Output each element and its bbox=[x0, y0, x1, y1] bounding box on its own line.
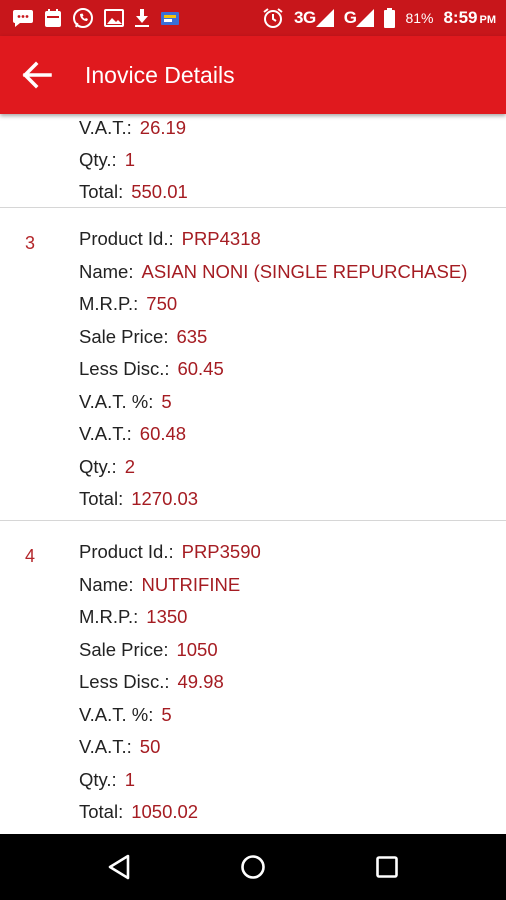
name-label: Name: bbox=[79, 261, 134, 282]
less-disc-label: Less Disc.: bbox=[79, 671, 170, 692]
clock-ampm: PM bbox=[479, 14, 497, 26]
sale-price-label: Sale Price: bbox=[79, 639, 169, 660]
status-bar: 3G G 81% 8:59 PM bbox=[0, 0, 506, 36]
mrp-value: 750 bbox=[146, 293, 178, 314]
mrp-row: M.R.P.: 1350 bbox=[79, 606, 187, 628]
mrp-label: M.R.P.: bbox=[79, 293, 139, 314]
total-row: Total: 1270.03 bbox=[79, 488, 198, 510]
qty-value: 1 bbox=[124, 149, 135, 170]
sale-price-value: 635 bbox=[176, 326, 208, 347]
total-value: 550.01 bbox=[131, 181, 188, 202]
vat-value: 60.48 bbox=[139, 423, 187, 444]
total-label: Total: bbox=[79, 488, 124, 509]
qty-label: Qty.: bbox=[79, 149, 117, 170]
item-index: 3 bbox=[25, 233, 36, 253]
vat-pct-label: V.A.T. %: bbox=[79, 704, 154, 725]
total-row: Total: 550.01 bbox=[79, 181, 188, 203]
total-value: 1050.02 bbox=[131, 801, 199, 822]
vat-label: V.A.T.: bbox=[79, 423, 132, 444]
product-id-label: Product Id.: bbox=[79, 228, 174, 249]
square-recents-icon bbox=[376, 856, 398, 878]
network-3g-label: 3G bbox=[294, 8, 316, 27]
less-disc-row: Less Disc.: 60.45 bbox=[79, 358, 224, 380]
vat-value: 50 bbox=[139, 736, 161, 757]
status-system: 3G G 81% 8:59 PM bbox=[262, 7, 496, 29]
sale-price-row: Sale Price: 635 bbox=[79, 326, 207, 348]
image-icon bbox=[104, 9, 124, 27]
name-label: Name: bbox=[79, 574, 134, 595]
vat-pct-row: V.A.T. %: 5 bbox=[79, 391, 172, 413]
vat-label: V.A.T.: bbox=[79, 117, 132, 138]
qty-value: 2 bbox=[124, 456, 135, 477]
alarm-icon bbox=[262, 7, 284, 29]
qty-row: Qty.: 2 bbox=[79, 456, 135, 478]
vat-row: V.A.T.: 60.48 bbox=[79, 423, 186, 445]
vat-row: V.A.T.: 26.19 bbox=[79, 117, 186, 139]
item-index: 4 bbox=[25, 546, 36, 566]
vat-pct-row: V.A.T. %: 5 bbox=[79, 704, 172, 726]
nav-home-button[interactable] bbox=[218, 834, 288, 900]
less-disc-row: Less Disc.: 49.98 bbox=[79, 671, 224, 693]
download-icon bbox=[134, 8, 150, 28]
item-divider bbox=[0, 520, 506, 521]
vat-label: V.A.T.: bbox=[79, 736, 132, 757]
invoice-items-list[interactable]: V.A.T.: 26.19 Qty.: 1 Total: 550.01 3 Produ… bbox=[0, 114, 506, 834]
product-id-row: Product Id.: PRP3590 bbox=[79, 541, 261, 563]
battery-percent: 81% bbox=[405, 10, 434, 26]
circle-home-icon bbox=[241, 855, 265, 879]
less-disc-value: 60.45 bbox=[177, 358, 224, 379]
system-nav-bar bbox=[0, 834, 506, 900]
mrp-value: 1350 bbox=[146, 606, 188, 627]
app-bar: Inovice Details bbox=[0, 36, 506, 114]
status-notifications bbox=[12, 7, 180, 29]
less-disc-label: Less Disc.: bbox=[79, 358, 170, 379]
less-disc-value: 49.98 bbox=[177, 671, 224, 692]
back-button[interactable] bbox=[0, 36, 76, 114]
signal-g-icon: G bbox=[344, 8, 375, 28]
qty-row: Qty.: 1 bbox=[79, 769, 135, 791]
total-label: Total: bbox=[79, 801, 124, 822]
signal-3g-icon: 3G bbox=[294, 8, 334, 28]
network-g-label: G bbox=[343, 8, 357, 27]
total-label: Total: bbox=[79, 181, 124, 202]
vat-pct-value: 5 bbox=[161, 704, 172, 725]
qty-value: 1 bbox=[124, 769, 135, 790]
name-value: NUTRIFINE bbox=[141, 574, 241, 595]
item-divider bbox=[0, 207, 506, 208]
clock: 8:59 PM bbox=[443, 8, 496, 28]
vat-pct-value: 5 bbox=[161, 391, 172, 412]
vat-row: V.A.T.: 50 bbox=[79, 736, 160, 758]
sale-price-value: 1050 bbox=[176, 639, 218, 660]
total-row: Total: 1050.02 bbox=[79, 801, 198, 823]
total-value: 1270.03 bbox=[131, 488, 199, 509]
qty-row: Qty.: 1 bbox=[79, 149, 135, 171]
vat-value: 26.19 bbox=[139, 117, 187, 138]
product-id-label: Product Id.: bbox=[79, 541, 174, 562]
app-notification-icon bbox=[160, 9, 180, 27]
product-id-row: Product Id.: PRP4318 bbox=[79, 228, 261, 250]
mrp-row: M.R.P.: 750 bbox=[79, 293, 177, 315]
product-id-value: PRP4318 bbox=[181, 228, 261, 249]
qty-label: Qty.: bbox=[79, 456, 117, 477]
nav-back-button[interactable] bbox=[84, 834, 154, 900]
name-row: Name: NUTRIFINE bbox=[79, 574, 240, 596]
name-value: ASIAN NONI (SINGLE REPURCHASE) bbox=[141, 261, 468, 282]
message-icon bbox=[12, 8, 34, 28]
whatsapp-icon bbox=[72, 7, 94, 29]
clock-time: 8:59 bbox=[443, 8, 478, 27]
nav-recents-button[interactable] bbox=[352, 834, 422, 900]
arrow-left-icon bbox=[22, 61, 52, 89]
mrp-label: M.R.P.: bbox=[79, 606, 139, 627]
page-title: Inovice Details bbox=[85, 61, 235, 88]
qty-label: Qty.: bbox=[79, 769, 117, 790]
triangle-back-icon bbox=[108, 854, 130, 880]
product-id-value: PRP3590 bbox=[181, 541, 261, 562]
calendar-icon bbox=[44, 8, 62, 28]
name-row: Name: ASIAN NONI (SINGLE REPURCHASE) bbox=[79, 261, 467, 283]
battery-icon bbox=[384, 8, 396, 28]
vat-pct-label: V.A.T. %: bbox=[79, 391, 154, 412]
sale-price-label: Sale Price: bbox=[79, 326, 169, 347]
sale-price-row: Sale Price: 1050 bbox=[79, 639, 218, 661]
